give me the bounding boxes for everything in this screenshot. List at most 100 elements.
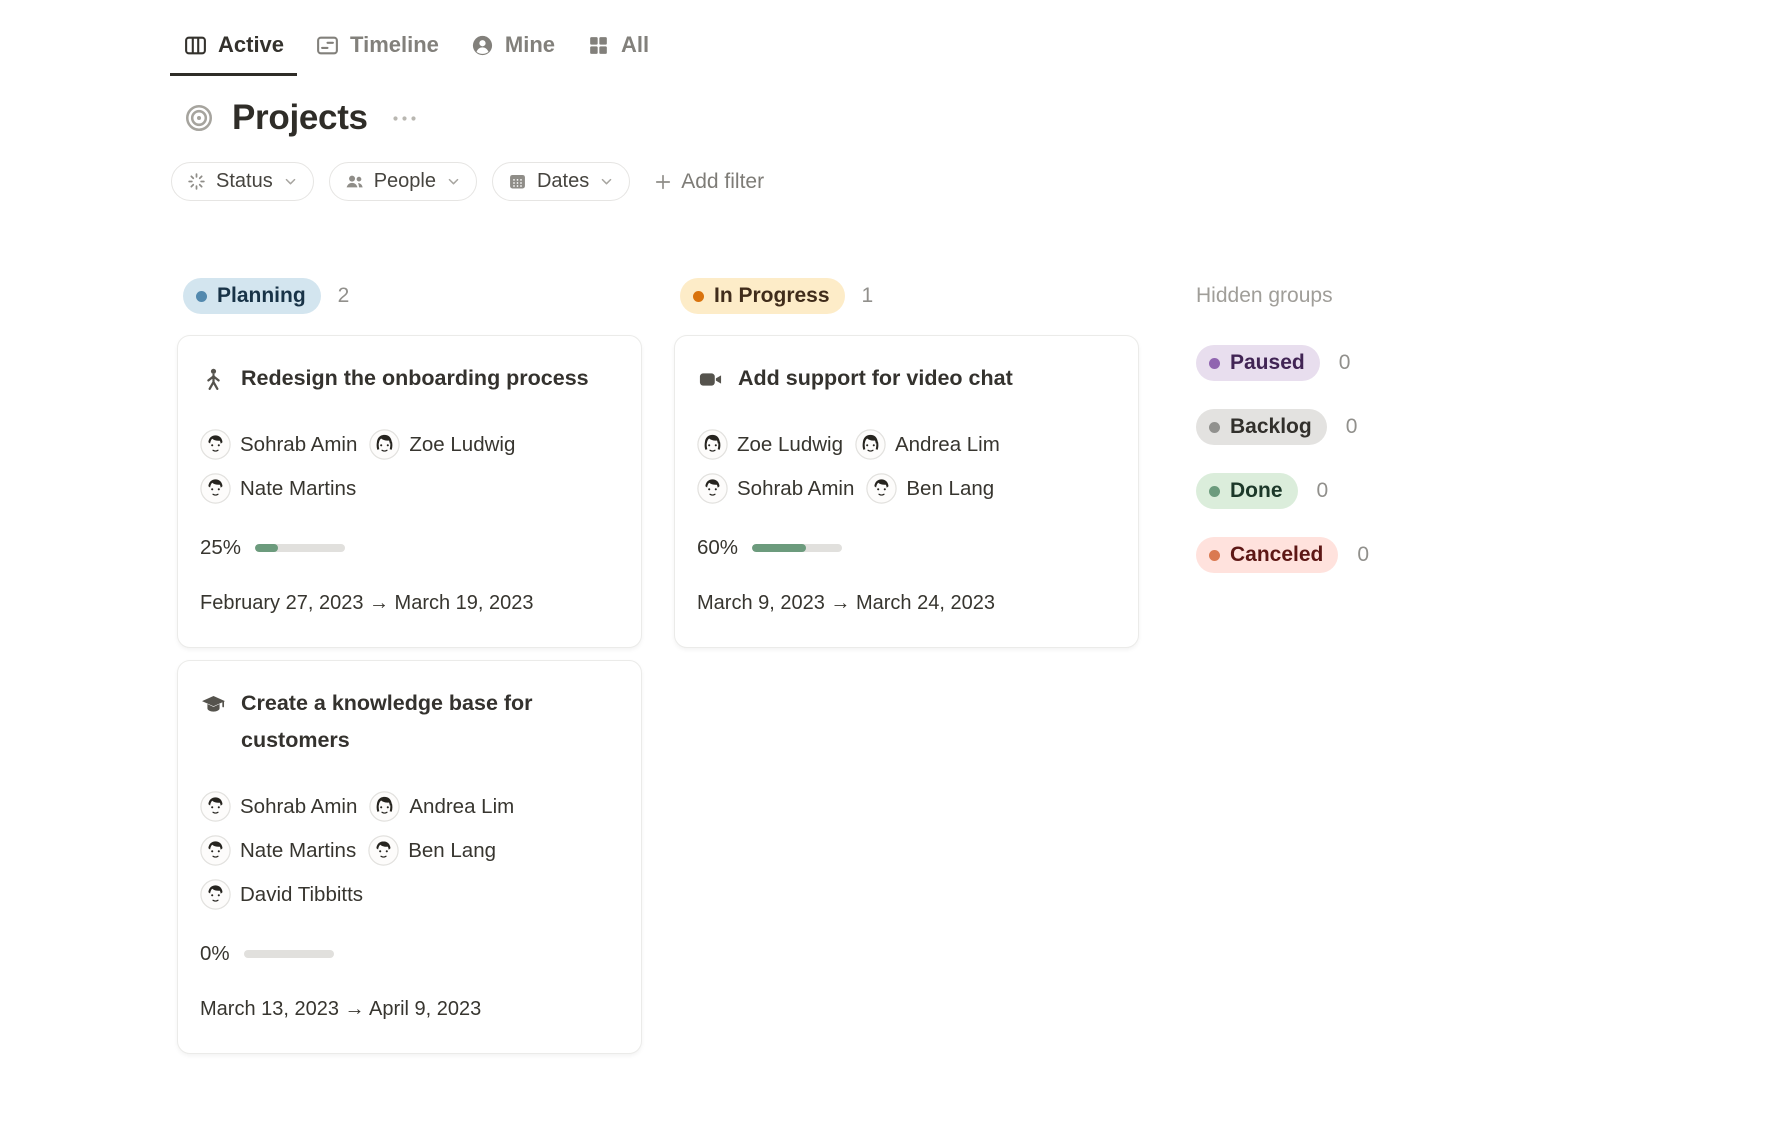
project-card[interactable]: Add support for video chat Zoe Ludwig Andr…: [674, 335, 1139, 648]
project-card[interactable]: Create a knowledge base for customers Soh…: [177, 660, 642, 1054]
column-header: In Progress 1: [680, 277, 1139, 315]
date-range: February 27, 2023 → March 19, 2023: [200, 590, 619, 617]
tab-label: All: [621, 32, 649, 58]
status-label: In Progress: [714, 284, 830, 308]
male-avatar: [697, 473, 728, 504]
page-header: Projects: [183, 98, 1770, 138]
person-name: Ben Lang: [408, 839, 496, 863]
filter-label: People: [374, 170, 436, 193]
graduation-cap-icon: [200, 691, 227, 718]
status-dot-icon: [196, 291, 207, 302]
tab-all[interactable]: All: [573, 28, 662, 76]
hidden-group-row: Canceled 0: [1196, 537, 1531, 573]
chevron-down-icon: [599, 174, 614, 189]
tab-label: Timeline: [350, 32, 439, 58]
progress-row: 60%: [697, 534, 1116, 562]
timeline-icon: [315, 33, 340, 58]
hidden-group-row: Paused 0: [1196, 345, 1531, 381]
status-dot-icon: [1209, 422, 1220, 433]
add-filter-label: Add filter: [681, 170, 764, 194]
group-pill-backlog[interactable]: Backlog: [1196, 409, 1327, 445]
status-icon: [186, 171, 207, 192]
person-chip: Ben Lang: [866, 473, 994, 504]
status-dot-icon: [693, 291, 704, 302]
person-chip: David Tibbitts: [200, 879, 363, 910]
filter-label: Dates: [537, 170, 589, 193]
male-avatar: [200, 473, 231, 504]
projects-board-page: Active Timeline Mine All Projects Status Peo…: [0, 0, 1770, 1054]
person-name: Sohrab Amin: [240, 433, 357, 457]
filter-dates[interactable]: Dates: [492, 162, 630, 201]
person-name: Ben Lang: [906, 477, 994, 501]
person-name: Nate Martins: [240, 477, 356, 501]
male-avatar: [200, 835, 231, 866]
project-card[interactable]: Redesign the onboarding process Sohrab Am…: [177, 335, 642, 648]
filter-people[interactable]: People: [329, 162, 477, 201]
target-icon: [183, 102, 215, 134]
card-title-row: Redesign the onboarding process: [200, 360, 619, 397]
hidden-group-row: Backlog 0: [1196, 409, 1531, 445]
female-avatar: [855, 429, 886, 460]
person-chip: Nate Martins: [200, 835, 356, 866]
group-count: 0: [1357, 543, 1369, 567]
date-range: March 13, 2023 → April 9, 2023: [200, 996, 619, 1023]
person-chip: Ben Lang: [368, 835, 496, 866]
filter-bar: Status People Dates Add filter: [171, 162, 1770, 201]
progress-row: 0%: [200, 940, 619, 968]
column-header: Planning2: [183, 277, 642, 315]
hidden-group-row: Done0: [1196, 473, 1531, 509]
people-icon: [344, 171, 365, 192]
group-count: 0: [1346, 415, 1358, 439]
view-tabs: Active Timeline Mine All: [170, 28, 1770, 76]
tab-label: Active: [218, 32, 284, 58]
progress-fill: [255, 544, 278, 552]
tab-mine[interactable]: Mine: [457, 28, 568, 76]
group-pill-canceled[interactable]: Canceled: [1196, 537, 1338, 573]
person-name: Zoe Ludwig: [737, 433, 843, 457]
more-options-button[interactable]: [387, 108, 422, 129]
group-count: 0: [1339, 351, 1351, 375]
status-label: Done: [1230, 479, 1283, 503]
card-title: Redesign the onboarding process: [241, 360, 589, 397]
tab-timeline[interactable]: Timeline: [302, 28, 452, 76]
male-avatar: [200, 429, 231, 460]
progress-label: 25%: [200, 536, 241, 560]
filter-label: Status: [216, 170, 273, 193]
person-name: Zoe Ludwig: [409, 433, 515, 457]
male-avatar: [200, 879, 231, 910]
status-label: Paused: [1230, 351, 1305, 375]
progress-bar: [752, 544, 842, 552]
people-list: Sohrab AminAndrea LimNate MartinsBen Lan…: [200, 791, 619, 910]
status-dot-icon: [1209, 486, 1220, 497]
status-label: Planning: [217, 284, 306, 308]
chevron-down-icon: [283, 174, 298, 189]
status-dot-icon: [1209, 550, 1220, 561]
person-icon: [200, 366, 227, 393]
card-list: Add support for video chat Zoe Ludwig Andr…: [674, 335, 1139, 648]
group-count: 1: [862, 284, 874, 308]
people-list: Sohrab Amin Zoe Ludwig Nate Martins: [200, 429, 619, 504]
card-list: Redesign the onboarding process Sohrab Am…: [177, 335, 642, 1054]
status-dot-icon: [1209, 358, 1220, 369]
person-chip: Nate Martins: [200, 473, 356, 504]
more-icon: [391, 114, 418, 123]
card-title: Create a knowledge base for customers: [241, 685, 591, 759]
hidden-groups-title: Hidden groups: [1196, 277, 1531, 315]
person-name: Andrea Lim: [895, 433, 1000, 457]
card-title-row: Add support for video chat: [697, 360, 1116, 397]
male-avatar: [866, 473, 897, 504]
add-filter-button[interactable]: Add filter: [645, 163, 772, 201]
tab-active[interactable]: Active: [170, 28, 297, 76]
group-pill-done[interactable]: Done: [1196, 473, 1298, 509]
group-pill-planning[interactable]: Planning: [183, 278, 321, 314]
female-avatar: [697, 429, 728, 460]
board-column-in-progress: In Progress 1 Add support for video chat Zo…: [674, 277, 1139, 648]
male-avatar: [200, 791, 231, 822]
filter-status[interactable]: Status: [171, 162, 314, 201]
person-chip: Zoe Ludwig: [369, 429, 515, 460]
person-name: Sohrab Amin: [240, 795, 357, 819]
tab-label: Mine: [505, 32, 555, 58]
group-pill-paused[interactable]: Paused: [1196, 345, 1320, 381]
group-pill-in-progress[interactable]: In Progress: [680, 278, 845, 314]
page-title: Projects: [232, 98, 368, 138]
